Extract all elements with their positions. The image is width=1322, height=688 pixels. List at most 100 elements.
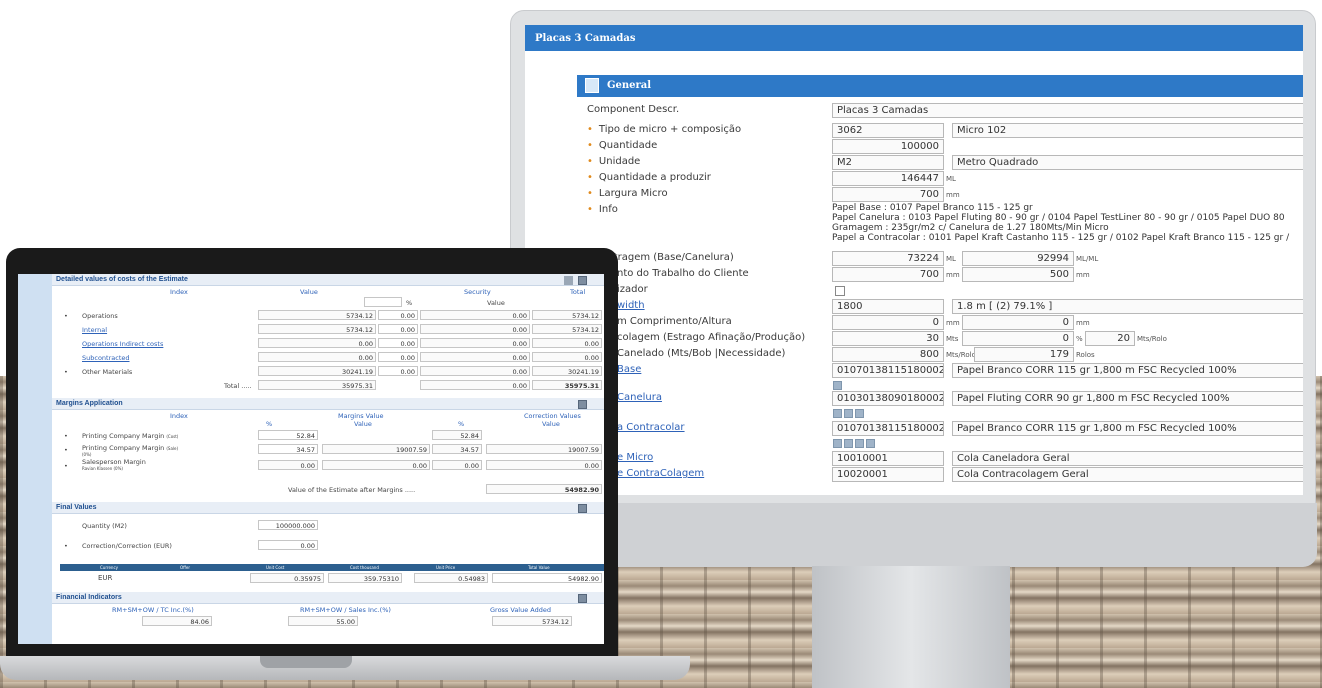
- save-icon[interactable]: [578, 400, 587, 409]
- final-values-header[interactable]: Final Values: [52, 502, 604, 514]
- component-descr-field[interactable]: Placas 3 Camadas: [832, 103, 1303, 118]
- company-margin-sale-sub: (Sale): [166, 446, 179, 451]
- canelado-mts-unit: Mts/Rolo: [946, 351, 976, 359]
- cola-micro-link[interactable]: e Micro: [617, 452, 653, 463]
- salesperson-cpct: 0.00: [432, 460, 482, 470]
- canelura-code-field[interactable]: 010301380901800020: [832, 391, 944, 406]
- base-code-field[interactable]: 010701381151800020: [832, 363, 944, 378]
- canelado-mts-field[interactable]: 800: [832, 347, 944, 362]
- cola-contra-link[interactable]: e ContraColagem: [617, 468, 704, 479]
- other-materials-value: 30241.19: [258, 366, 376, 376]
- th-cost-thousand: Cost thousand: [350, 565, 379, 570]
- unit-price-cell: 0.54983: [414, 573, 488, 583]
- cola-micro-code-field[interactable]: 10010001: [832, 451, 944, 466]
- operations-total: 5734.12: [532, 310, 602, 320]
- swatch-icon[interactable]: [833, 439, 842, 448]
- quantidade-field[interactable]: 100000: [832, 139, 944, 154]
- colagem-label: colagem (Estrago Afinação/Produção): [617, 332, 806, 343]
- total-label: Total .....: [224, 382, 252, 390]
- trabalho-height-field[interactable]: 500: [962, 267, 1074, 282]
- izador-checkbox[interactable]: [835, 286, 845, 296]
- quantidade-row: • Quantidade 100000: [577, 139, 1303, 155]
- internal-link[interactable]: Internal: [82, 326, 107, 334]
- colagem-mts-field[interactable]: 30: [832, 331, 944, 346]
- margins-section-header[interactable]: Margins Application: [52, 398, 604, 410]
- trabalho-width-field[interactable]: 700: [832, 267, 944, 282]
- fi-header-1: RM+SM+OW / TC Inc.(%): [112, 606, 194, 614]
- base-desc-field: Papel Branco CORR 115 gr 1,800 m FSC Rec…: [952, 363, 1303, 378]
- subcontracted-link[interactable]: Subcontracted: [82, 354, 130, 362]
- monitor-chin: [511, 503, 1317, 567]
- swatch-icon[interactable]: [855, 439, 864, 448]
- financial-indicators-header[interactable]: Financial Indicators: [52, 592, 604, 604]
- quantity-label: Quantity (M2): [82, 522, 127, 530]
- trabalho-label: nto do Trabalho do Cliente: [617, 268, 749, 279]
- security-pct-input[interactable]: [364, 297, 402, 307]
- unidade-code-field[interactable]: M2: [832, 155, 944, 170]
- cola-contra-code-field[interactable]: 10020001: [832, 467, 944, 482]
- altura-field[interactable]: 0: [962, 315, 1074, 330]
- print-icon[interactable]: [564, 276, 573, 285]
- canelura-link[interactable]: Canelura: [617, 392, 662, 403]
- colagem-rolo-field[interactable]: 20: [1085, 331, 1135, 346]
- save-icon[interactable]: [578, 276, 587, 285]
- swatch-icon[interactable]: [866, 439, 875, 448]
- internal-value: 5734.12: [258, 324, 376, 334]
- swatch-icon[interactable]: [833, 409, 842, 418]
- width-field[interactable]: 1800: [832, 299, 944, 314]
- fi-value-1: 84.06: [142, 616, 212, 626]
- contracolar-link[interactable]: a Contracolar: [617, 422, 685, 433]
- company-margin-cost-pct[interactable]: 52.84: [258, 430, 318, 440]
- colagem-pct-field[interactable]: 0: [962, 331, 1074, 346]
- margins-col-correction: Correction Values: [524, 412, 581, 420]
- total-value-cell[interactable]: 54982.90: [492, 573, 602, 583]
- indirect-total: 0.00: [532, 338, 602, 348]
- metragem-row: •Metragem (Base/Canelura) 73224 ML 92994…: [577, 251, 1303, 267]
- row-bullet: •: [64, 432, 68, 440]
- subcontracted-total: 0.00: [532, 352, 602, 362]
- unidade-row: • Unidade M2 Metro Quadrado: [577, 155, 1303, 171]
- salesperson-name: Ravian Klassen (0%): [82, 466, 123, 471]
- general-section-header[interactable]: General: [577, 75, 1303, 97]
- margins-col-index: Index: [170, 412, 188, 420]
- operations-pct[interactable]: 0.00: [378, 310, 418, 320]
- trabalho-width-unit: mm: [946, 271, 960, 279]
- canelado-label: Canelado (Mts/Bob |Necessidade): [617, 348, 786, 359]
- subcontracted-pct[interactable]: 0.00: [378, 352, 418, 362]
- swatch-icon[interactable]: [844, 409, 853, 418]
- quantity-field[interactable]: 100000.000: [258, 520, 318, 530]
- trabalho-height-unit: mm: [1076, 271, 1090, 279]
- largura-field[interactable]: 700: [832, 187, 944, 202]
- total-total: 35975.31: [532, 380, 602, 390]
- comprimento-field[interactable]: 0: [832, 315, 944, 330]
- swatch-icon[interactable]: [855, 409, 864, 418]
- indirect-sval: 0.00: [420, 338, 530, 348]
- th-unit-cost: Unit Cost: [266, 565, 285, 570]
- swatch-icon[interactable]: [844, 439, 853, 448]
- indirect-pct[interactable]: 0.00: [378, 338, 418, 348]
- required-dot: •: [587, 124, 593, 135]
- width-link[interactable]: width: [617, 300, 645, 311]
- other-materials-pct[interactable]: 0.00: [378, 366, 418, 376]
- save-icon[interactable]: [578, 504, 587, 513]
- salesperson-pct: 0.00: [258, 460, 318, 470]
- component-descr-label: Component Descr.: [587, 104, 680, 115]
- canelura-desc-field: Papel Fluting CORR 90 gr 1,800 m FSC Rec…: [952, 391, 1303, 406]
- currency-cell: EUR: [98, 574, 113, 582]
- internal-pct[interactable]: 0.00: [378, 324, 418, 334]
- save-icon[interactable]: [578, 594, 587, 603]
- after-margins-label: Value of the Estimate after Margins ....…: [288, 486, 416, 494]
- indirect-costs-link[interactable]: Operations Indirect costs: [82, 340, 163, 348]
- canelado-row: Canelado (Mts/Bob |Necessidade) 800 Mts/…: [577, 347, 1303, 363]
- other-materials-sval: 0.00: [420, 366, 530, 376]
- detailed-section-header[interactable]: Detailed values of costs of the Estimate: [52, 274, 604, 286]
- tipo-micro-code-field[interactable]: 3062: [832, 123, 944, 138]
- company-margin-sale-pct[interactable]: 34.57: [258, 444, 318, 454]
- fi-value-3: 5734.12: [492, 616, 572, 626]
- contracolar-code-field[interactable]: 010701381151800020: [832, 421, 944, 436]
- company-margin-sale-cvalue: 19007.59: [486, 444, 602, 454]
- comprimento-unit: mm: [946, 319, 960, 327]
- correction-field[interactable]: 0.00: [258, 540, 318, 550]
- comprimento-row: m Comprimento/Altura 0 mm 0 mm: [577, 315, 1303, 331]
- base-link[interactable]: Base: [617, 364, 641, 375]
